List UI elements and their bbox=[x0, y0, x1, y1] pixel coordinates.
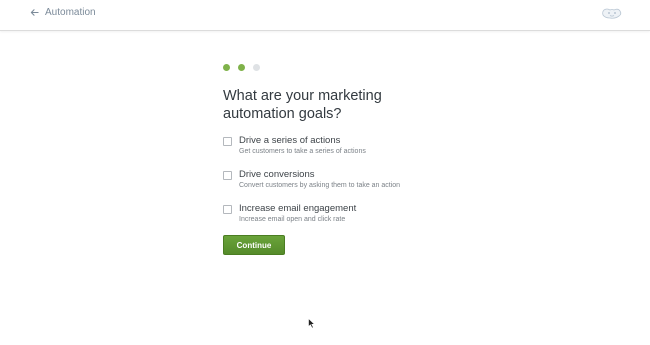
step-dot bbox=[253, 64, 260, 71]
option-label: Drive conversions bbox=[239, 169, 315, 180]
back-to-automation-link[interactable]: Automation bbox=[30, 7, 96, 18]
step-dot bbox=[223, 64, 230, 71]
checkbox[interactable] bbox=[223, 137, 232, 146]
option-description: Increase email open and click rate bbox=[239, 216, 346, 223]
option-label: Increase email engagement bbox=[239, 203, 357, 214]
step-dot bbox=[238, 64, 245, 71]
goal-option-email-engagement[interactable]: Increase email engagement Increase email… bbox=[223, 202, 463, 225]
back-link-label: Automation bbox=[45, 7, 96, 18]
option-description: Convert customers by asking them to take… bbox=[239, 182, 401, 189]
checkbox[interactable] bbox=[223, 171, 232, 180]
goal-option-conversions[interactable]: Drive conversions Convert customers by a… bbox=[223, 168, 463, 191]
progress-steps bbox=[223, 64, 260, 71]
checkbox[interactable] bbox=[223, 205, 232, 214]
page-title: What are your marketing automation goals… bbox=[223, 88, 382, 122]
option-label: Drive a series of actions bbox=[239, 135, 341, 146]
arrow-left-icon bbox=[30, 9, 39, 16]
top-bar: Automation bbox=[0, 0, 650, 31]
mouse-cursor-icon bbox=[308, 318, 316, 329]
goal-options: Drive a series of actions Get customers … bbox=[223, 134, 463, 236]
goal-option-series-of-actions[interactable]: Drive a series of actions Get customers … bbox=[223, 134, 463, 157]
continue-button[interactable]: Continue bbox=[223, 235, 285, 255]
mailchimp-logo-icon[interactable] bbox=[601, 7, 623, 20]
option-description: Get customers to take a series of action… bbox=[239, 148, 366, 155]
